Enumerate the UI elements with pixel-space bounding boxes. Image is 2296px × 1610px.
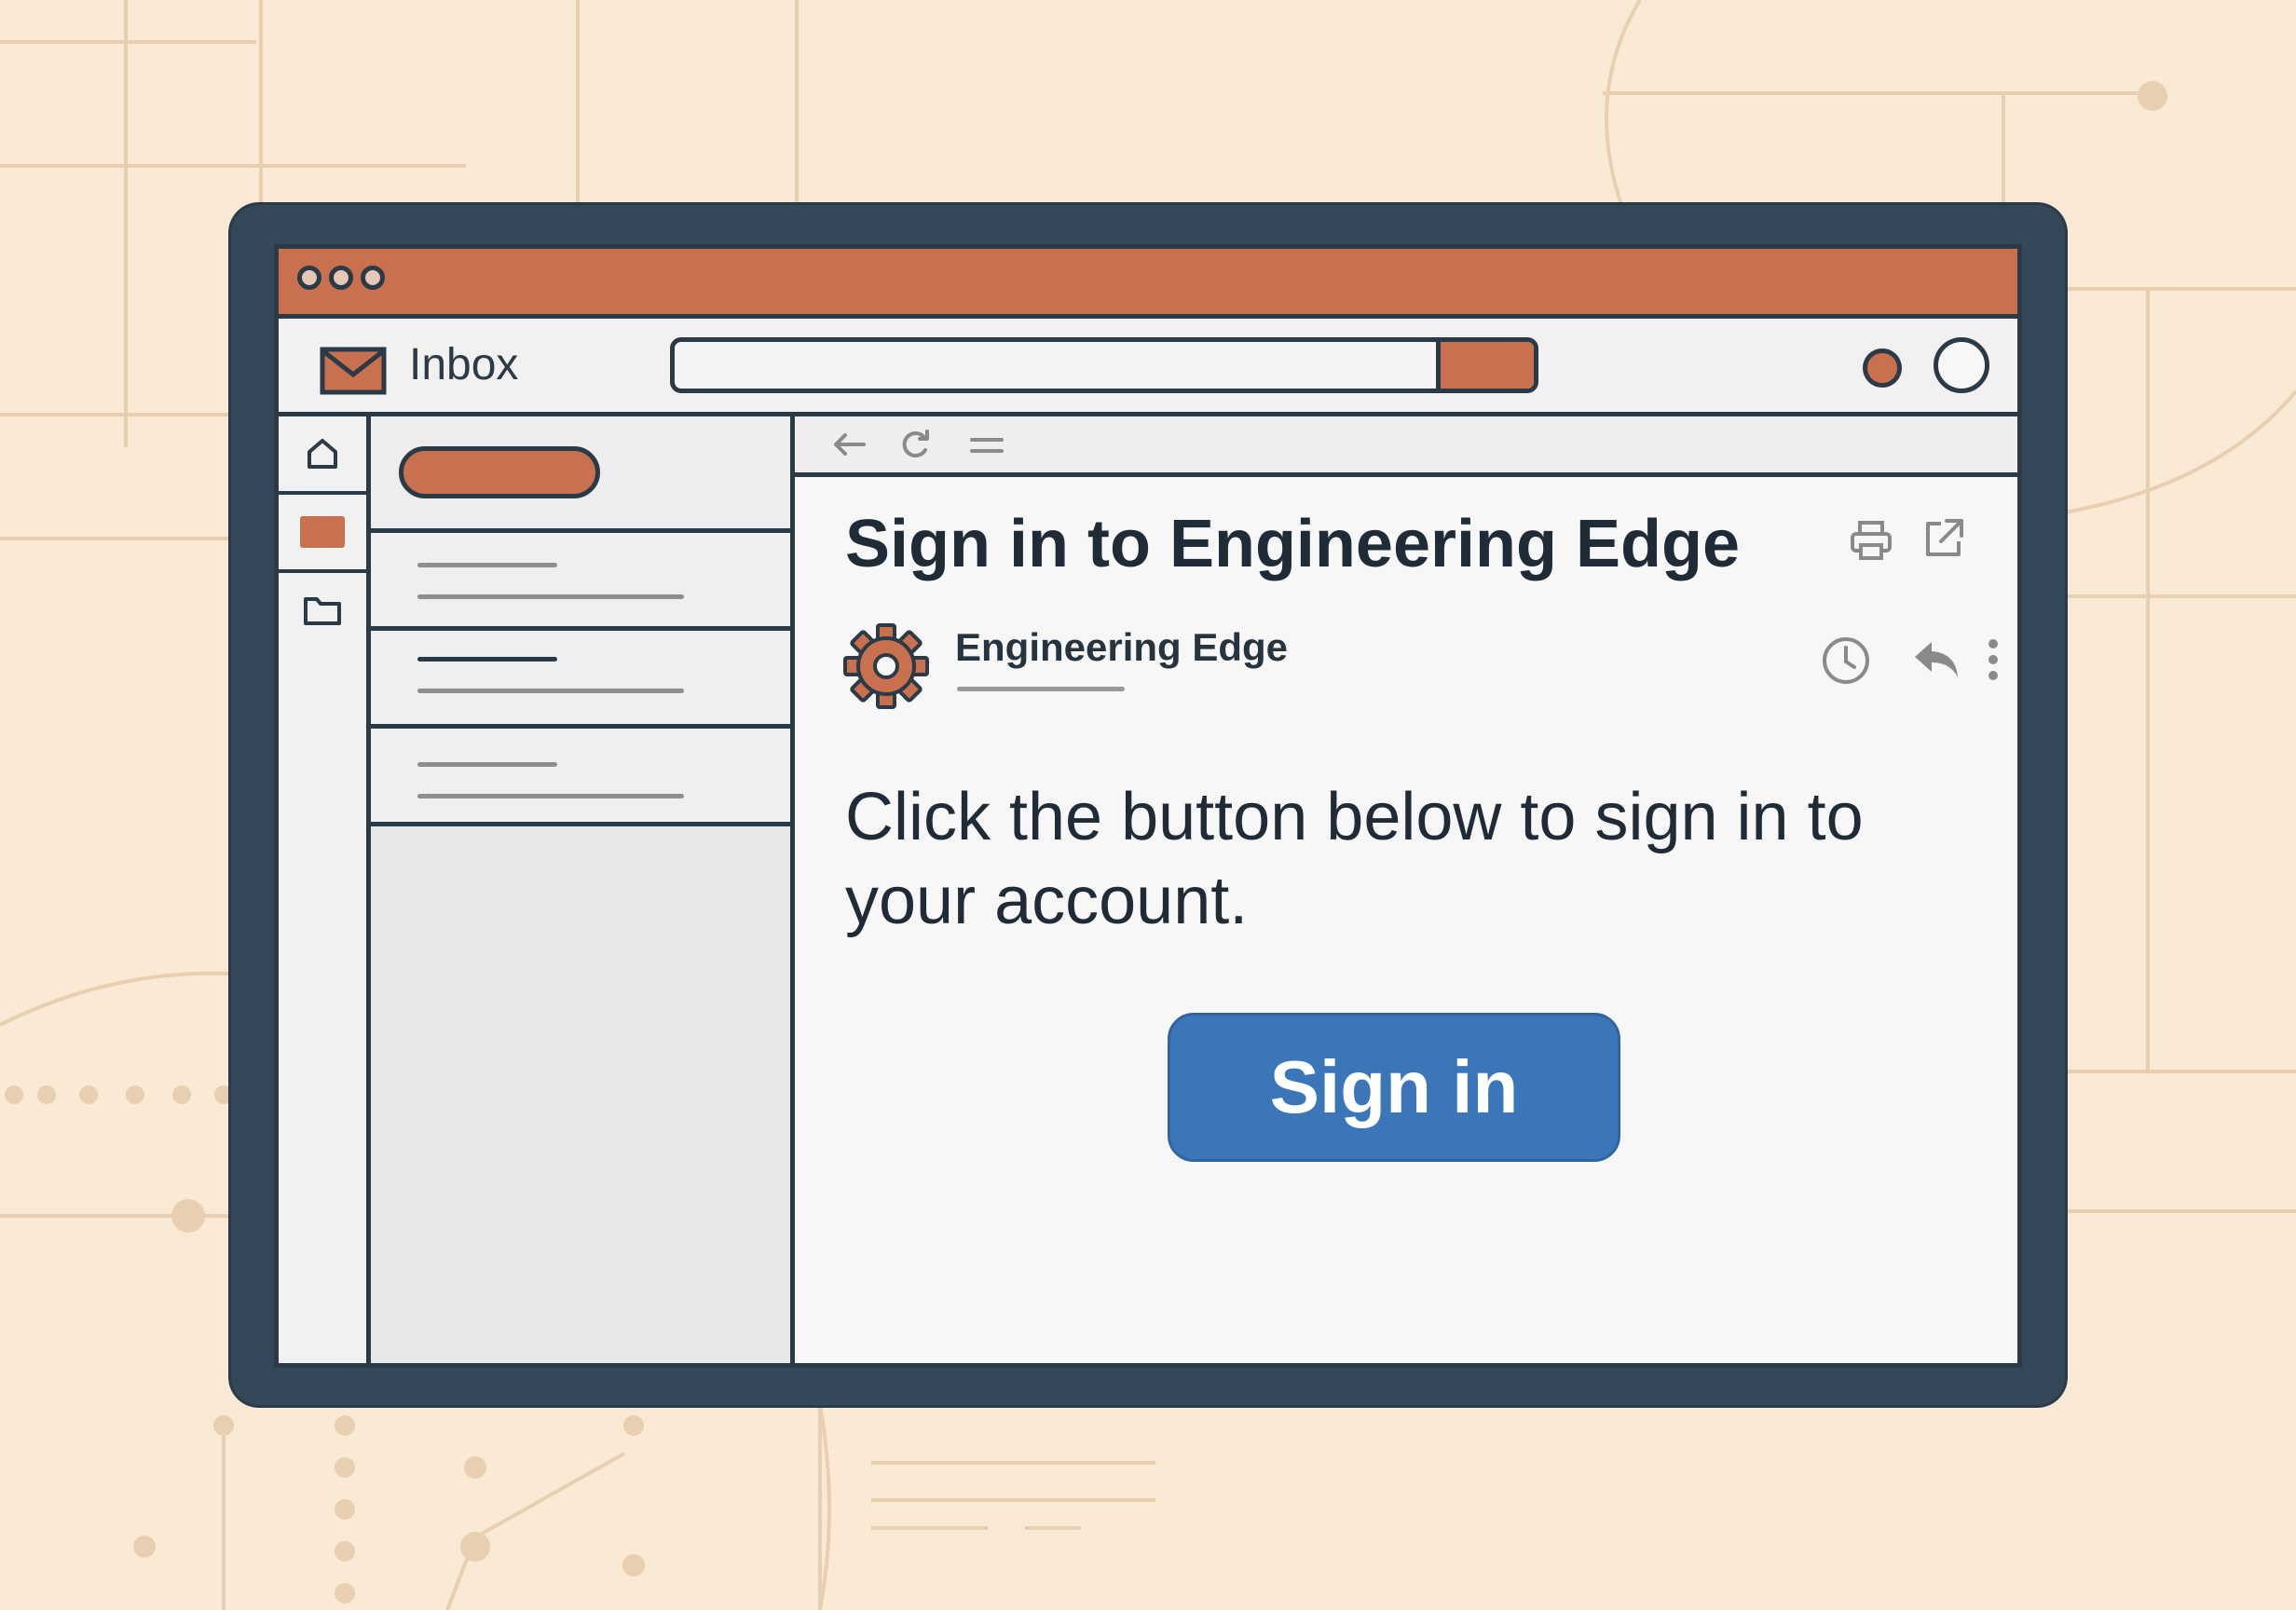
list-item[interactable] [371, 631, 790, 729]
print-icon[interactable] [1848, 517, 1894, 564]
email-subject: Sign in to Engineering Edge [845, 507, 1741, 581]
placeholder-line [417, 689, 684, 693]
mail-icon [320, 347, 387, 395]
status-indicator-dot[interactable] [1863, 348, 1902, 388]
nav-rail [279, 416, 371, 1363]
inbox-icon [300, 516, 345, 548]
clock-icon[interactable] [1820, 634, 1872, 687]
rail-item-inbox[interactable] [279, 495, 366, 573]
placeholder-line [417, 657, 557, 662]
compose-button[interactable] [399, 446, 600, 498]
window-control-maximize[interactable] [361, 266, 385, 290]
placeholder-line [417, 762, 557, 767]
reading-pane: Sign in to Engineering Edge Engineering … [795, 416, 2017, 1363]
window-control-minimize[interactable] [329, 266, 353, 290]
menu-icon[interactable] [968, 430, 1005, 459]
compose-area [371, 416, 790, 533]
app-window: Inbox Sign in to Engineering Edge Engine… [274, 244, 2022, 1368]
search-button[interactable] [1436, 342, 1534, 389]
back-arrow-icon[interactable] [830, 430, 868, 459]
app-title: Inbox [409, 340, 519, 389]
list-item[interactable] [371, 729, 790, 826]
placeholder-line [417, 594, 684, 599]
message-list [371, 416, 795, 1363]
placeholder-line [417, 563, 557, 567]
open-external-icon[interactable] [1920, 515, 1967, 562]
sender-address-placeholder [957, 687, 1125, 691]
sign-in-button[interactable]: Sign in [1168, 1013, 1620, 1162]
profile-avatar[interactable] [1934, 337, 1989, 393]
search-bar[interactable] [670, 337, 1538, 393]
list-item[interactable] [371, 533, 790, 631]
more-options-icon[interactable] [1984, 636, 2002, 683]
home-icon [308, 439, 337, 469]
rail-item-home[interactable] [279, 416, 366, 495]
gear-icon [843, 623, 929, 709]
rail-item-folders[interactable] [279, 573, 366, 648]
window-control-close[interactable] [297, 266, 321, 290]
title-bar [279, 249, 2017, 319]
reply-icon[interactable] [1909, 636, 1963, 683]
email-body-text: Click the button below to sign in to you… [845, 780, 1864, 938]
top-toolbar: Inbox [279, 319, 2017, 416]
reader-toolbar [795, 416, 2017, 477]
refresh-icon[interactable] [899, 430, 933, 459]
sender-name: Engineering Edge [955, 625, 1289, 669]
folder-icon [304, 597, 341, 625]
placeholder-line [417, 794, 684, 798]
search-input[interactable] [686, 348, 1398, 383]
